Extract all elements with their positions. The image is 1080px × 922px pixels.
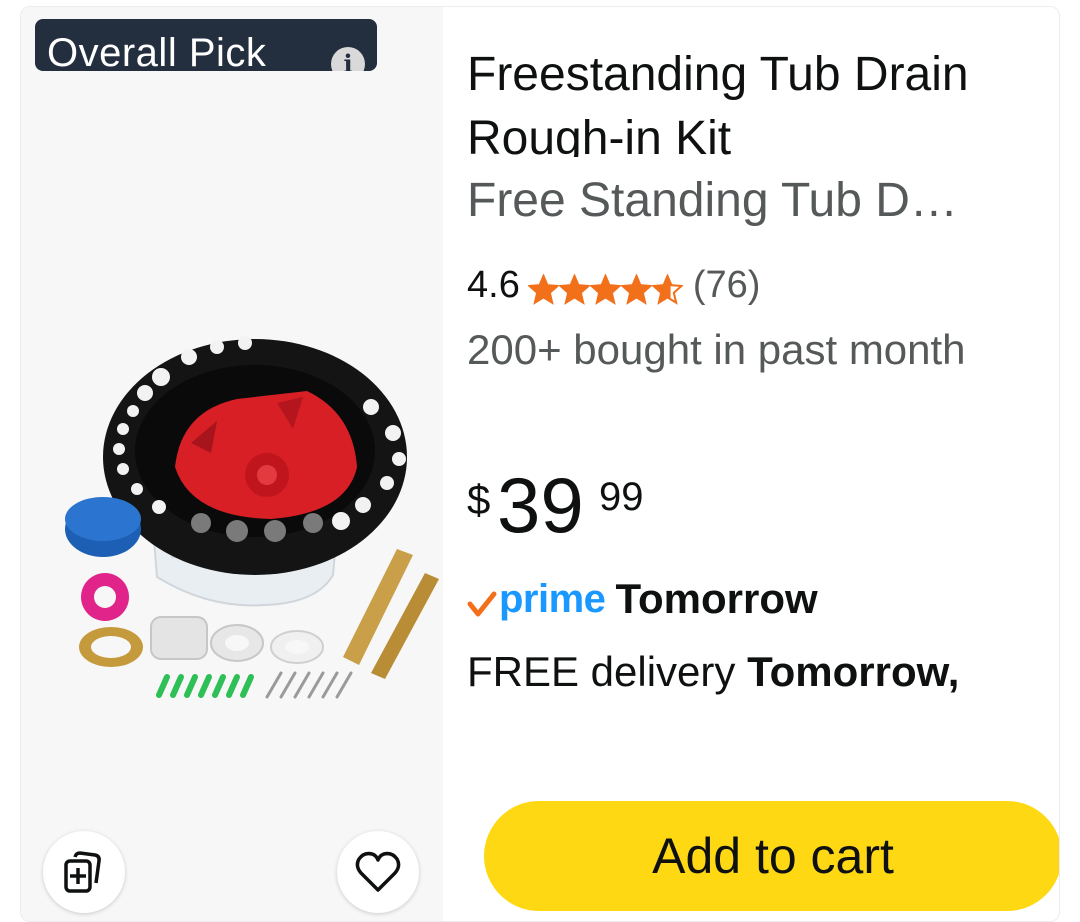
free-delivery-text: FREE delivery Tomorrow, (467, 643, 959, 701)
compare-button[interactable] (43, 831, 125, 913)
rating-value: 4.6 (467, 263, 520, 306)
product-title-container[interactable]: Freestanding Tub Drain Rough-in Kit (467, 43, 1037, 157)
price-fraction: 99 (599, 475, 644, 519)
bought-in-past-month: 200+ bought in past month (467, 326, 966, 373)
prime-check-icon (467, 591, 497, 617)
product-details: Freestanding Tub Drain Rough-in Kit Free… (467, 7, 1057, 921)
prime-delivery-row: prime Tomorrow (467, 573, 818, 625)
star-icon (651, 273, 683, 305)
wishlist-button[interactable] (337, 831, 419, 913)
price-whole: 39 (497, 461, 584, 549)
review-count[interactable]: (76) (693, 264, 761, 307)
delivery-prefix: FREE delivery (467, 648, 748, 695)
delivery-date: Tomorrow, (747, 648, 960, 695)
star-icon (558, 273, 590, 305)
rating-row[interactable]: 4.6 (76) (467, 259, 760, 311)
product-card[interactable]: Overall Pick i Freestanding Tub Drain Ro… (20, 6, 1060, 922)
heart-icon (355, 851, 401, 892)
compare-icon (64, 851, 101, 893)
badge-label: Overall Pick (47, 31, 267, 71)
add-to-cart-button[interactable]: Add to cart (484, 801, 1059, 911)
star-icon (589, 273, 621, 305)
star-icon (527, 273, 559, 305)
product-image-pane[interactable]: Overall Pick i (21, 7, 443, 921)
star-rating (527, 273, 683, 305)
overall-pick-badge: Overall Pick i (35, 19, 377, 71)
product-image[interactable] (41, 317, 441, 707)
product-subtitle[interactable]: Free Standing Tub D… (467, 171, 1037, 231)
add-to-cart-label: Add to cart (652, 828, 894, 884)
price-symbol: $ (467, 476, 491, 523)
prime-logo: prime (499, 576, 606, 621)
product-title[interactable]: Freestanding Tub Drain Rough-in Kit (467, 43, 1037, 157)
info-icon[interactable]: i (331, 47, 365, 71)
prime-delivery-date: Tomorrow (615, 575, 818, 622)
star-icon (620, 273, 652, 305)
